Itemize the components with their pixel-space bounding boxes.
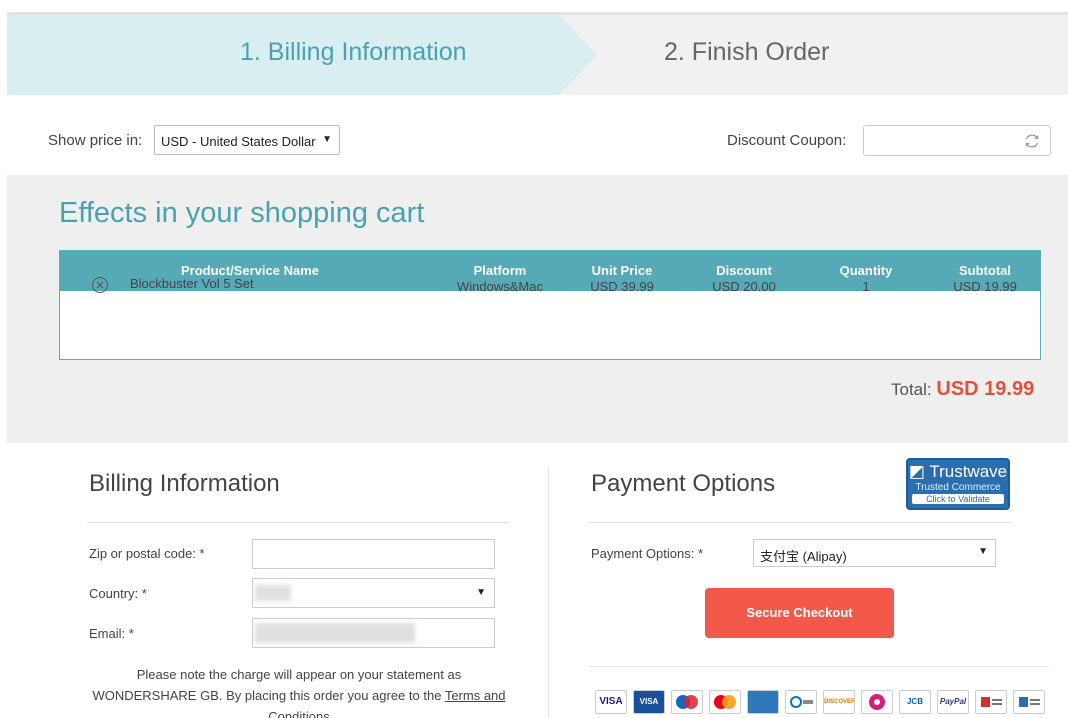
coupon-label: Discount Coupon: — [727, 132, 847, 149]
wire-transfer-icon — [975, 690, 1007, 714]
step-finish-label: 2. Finish Order — [664, 38, 830, 66]
show-price-label: Show price in: — [48, 132, 143, 149]
email-label: Email: * — [89, 626, 134, 641]
cart-title: Effects in your shopping cart — [59, 197, 425, 229]
cart-item-quantity: 1 — [862, 279, 870, 294]
email-input[interactable] — [252, 618, 495, 648]
col-subtotal: Subtotal — [959, 263, 1011, 278]
paypal-icon: PayPal — [937, 690, 969, 714]
dropdown-caret-icon: ▼ — [322, 134, 332, 145]
col-platform: Platform — [473, 263, 527, 278]
trustwave-click: Click to Validate — [912, 494, 1004, 504]
col-quantity: Quantity — [839, 263, 893, 278]
billing-title: Billing Information — [89, 470, 280, 497]
payment-option-value: 支付宝 (Alipay) — [760, 549, 847, 564]
trustwave-sub: Trusted Commerce — [915, 482, 1001, 493]
cart-item-unit-price: USD 39.99 — [590, 279, 654, 294]
cart-total: Total: USD 19.99 — [891, 378, 1034, 401]
cart-item-name: Blockbuster Vol 5 Set — [130, 276, 254, 291]
visa-icon: VISA — [595, 690, 627, 714]
billing-rule — [87, 522, 509, 523]
zip-label: Zip or postal code: * — [89, 546, 205, 561]
jcb-icon: JCB — [899, 690, 931, 714]
total-label: Total: — [891, 380, 932, 399]
total-value: USD 19.99 — [936, 378, 1035, 400]
diners-icon — [785, 690, 817, 714]
discover-icon: DISCOVER — [823, 690, 855, 714]
bank-transfer-icon — [1013, 690, 1045, 714]
visa-electron-icon: VISA — [633, 690, 665, 714]
dropdown-caret-icon: ▼ — [476, 587, 486, 598]
checkout-steps: 1. Billing Information 2. Finish Order — [7, 12, 1068, 95]
cart-item-discount: USD 20.00 — [712, 279, 776, 294]
country-redacted — [255, 585, 291, 601]
checkout-page: 1. Billing Information 2. Finish Order S… — [0, 0, 1068, 718]
dropdown-caret-icon: ▼ — [978, 546, 988, 557]
coupon-input[interactable] — [863, 125, 1051, 156]
section-divider — [548, 467, 549, 718]
cart-table: Product/Service Name Platform Unit Price… — [59, 250, 1041, 360]
secure-checkout-button[interactable]: Secure Checkout — [705, 588, 894, 638]
cart-zigzag-edge — [7, 443, 1068, 449]
remove-item-icon[interactable] — [91, 276, 109, 294]
refresh-icon[interactable] — [1022, 131, 1042, 151]
col-discount: Discount — [716, 263, 772, 278]
zip-input[interactable] — [252, 539, 495, 569]
col-unit-price: Unit Price — [591, 263, 653, 278]
mastercard-icon — [709, 690, 741, 714]
statement-note-text: Please note the charge will appear on yo… — [92, 667, 462, 703]
payment-rule-bottom — [589, 666, 1049, 667]
payment-title: Payment Options — [591, 470, 776, 497]
currency-select[interactable]: USD - United States Dollar ▼ — [154, 125, 340, 155]
options-row: Show price in: USD - United States Dolla… — [0, 95, 1068, 175]
country-select[interactable]: ▼ — [252, 578, 495, 608]
cart-item-platform: Windows&Mac — [457, 279, 543, 294]
trustwave-name: ◩ Trustwave — [908, 462, 1008, 481]
country-label: Country: * — [89, 586, 147, 601]
trustwave-logo-icon: ◩ — [908, 462, 925, 481]
payment-rule — [589, 522, 1011, 523]
step-billing-label: 1. Billing Information — [240, 38, 467, 66]
jcb-like-icon — [861, 690, 893, 714]
email-redacted — [255, 623, 415, 643]
payment-option-label: Payment Options: * — [591, 546, 703, 561]
statement-note: Please note the charge will appear on yo… — [89, 664, 509, 718]
cart-section: Effects in your shopping cart Product/Se… — [7, 175, 1068, 443]
maestro-icon — [671, 690, 703, 714]
trustwave-badge[interactable]: ◩ Trustwave Trusted Commerce Click to Va… — [906, 458, 1010, 510]
payment-option-select[interactable]: 支付宝 (Alipay) ▼ — [753, 539, 996, 567]
cart-item-subtotal: USD 19.99 — [953, 279, 1017, 294]
currency-selected-value: USD - United States Dollar — [161, 134, 316, 149]
amex-icon — [747, 690, 779, 714]
